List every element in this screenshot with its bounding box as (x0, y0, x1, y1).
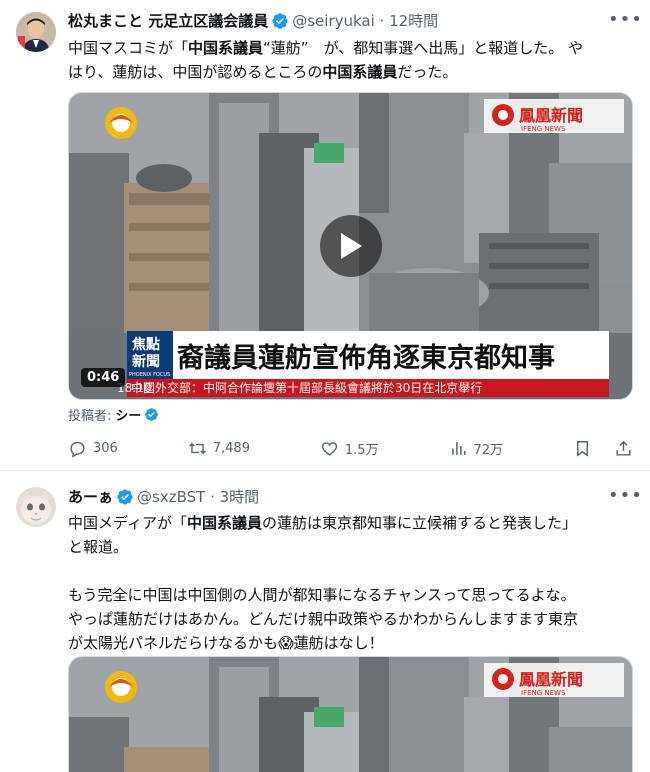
play-icon[interactable] (320, 215, 382, 277)
views-icon (451, 441, 466, 455)
posted-by: 投稿者: シー (68, 405, 162, 424)
tweet-header: 松丸まこと 元足立区議会議員 @seiryukai · 12時間 (68, 10, 438, 31)
tweet-text-line: もう完全に中国は中国側の人間が都知事になるチャンスって思ってるよな。 (68, 586, 576, 604)
news-badge-top: 焦點 (131, 336, 160, 353)
retweet-icon (188, 442, 206, 454)
verified-badge-icon (272, 12, 288, 29)
tweet-text-line (68, 559, 638, 583)
retweet-count: 7,489 (212, 440, 250, 456)
verified-badge-icon (145, 408, 159, 421)
author-name[interactable]: 松丸まこと 元足立区議会議員 (68, 10, 268, 31)
author-handle[interactable]: @sxzBST (137, 488, 205, 506)
like-button[interactable]: 1.5万 (320, 439, 379, 458)
video-caption-main: 裔議員蓮舫宣佈角逐東京都知事 (177, 342, 555, 374)
broadcaster-logo-sub: IFENG NEWS (521, 125, 566, 133)
tweet-time[interactable]: 12時間 (389, 10, 438, 31)
like-icon (321, 441, 337, 456)
news-badge-en: PHOENIX FOCUS (129, 372, 170, 378)
verified-badge-icon (117, 488, 133, 505)
reply-count: 306 (93, 440, 118, 456)
video-caption-sub: 中國外交部：中阿合作論壇第十屆部長級會議將於30日在北京舉行 (131, 380, 482, 395)
tweet-text: 中国マスコミが「中国系議員“蓮舫” が、都知事選へ出馬」と報道した。 や はり、… (68, 36, 638, 84)
view-count: 72万 (473, 442, 504, 458)
video-duration: 0:46 (81, 368, 126, 387)
tweet-text-line: やっぱ蓮舫だけはあかん。どんだけ親中政策やるかわからんしますます東京 (68, 610, 579, 628)
tweet-text-line: 中国マスコミが「中国系議員“蓮舫” が、都知事選へ出馬」と報道した。 や (68, 39, 584, 57)
tweet-2[interactable]: あーぁ @sxzBST · 3時間 ••• 中国メディアが「中国系議員の蓮舫は東… (0, 471, 650, 772)
tweet-actions-right (573, 439, 633, 458)
tweet-actions: 306 7,489 1.5万 72万 (68, 436, 633, 460)
views-button[interactable]: 72万 (449, 439, 504, 458)
author-avatar[interactable] (16, 487, 56, 527)
reply-button[interactable]: 306 (68, 439, 118, 458)
news-badge-bottom: 新聞 (132, 353, 160, 370)
separator-dot: · (374, 11, 390, 30)
tweet-text-line: はり、蓮舫は、中国が認めるところの中国系議員だった。 (68, 63, 458, 81)
tweet-text: 中国メディアが「中国系議員の蓮舫は東京都知事に立候補すると発表した」 と報道。 … (68, 511, 638, 655)
reply-icon (70, 441, 85, 458)
more-icon[interactable]: ••• (608, 487, 642, 508)
broadcaster-logo-text: 鳳凰新聞 (519, 106, 583, 125)
separator-dot: · (205, 487, 220, 506)
like-count: 1.5万 (344, 442, 379, 458)
more-icon[interactable]: ••• (608, 11, 642, 32)
bookmark-icon[interactable] (573, 439, 592, 458)
tweet-text-line: と報道。 (68, 538, 129, 556)
posted-by-label: 投稿者: (68, 409, 112, 424)
tweet-header: あーぁ @sxzBST · 3時間 (68, 486, 259, 507)
video-player[interactable]: 鳳凰新聞 IFENG NEWS 焦點 新聞 PHOENIX FOCUS 裔議員蓮… (68, 92, 633, 400)
author-name[interactable]: あーぁ (68, 486, 113, 507)
posted-by-name[interactable]: シー (115, 405, 141, 424)
tweet-text-line: 中国メディアが「中国系議員の蓮舫は東京都知事に立候補すると発表した」 (68, 514, 577, 532)
share-icon[interactable] (614, 439, 633, 458)
author-avatar[interactable] (16, 12, 56, 52)
tweet-1[interactable]: 松丸まこと 元足立区議会議員 @seiryukai · 12時間 ••• 中国マ… (0, 0, 650, 470)
broadcaster-logo-text: 鳳凰新聞 (519, 670, 583, 689)
tweet-text-line: が太陽光パネルだらけなるかも😱蓮舫はなし！ (68, 634, 384, 652)
retweet-button[interactable]: 7,489 (188, 439, 250, 458)
broadcaster-logo-sub: IFENG NEWS (521, 689, 566, 697)
video-player[interactable]: 鳳凰新聞 IFENG NEWS (68, 656, 633, 772)
tweet-time[interactable]: 3時間 (220, 486, 260, 507)
author-handle[interactable]: @seiryukai (292, 12, 375, 30)
video-frame: 鳳凰新聞 IFENG NEWS (69, 657, 632, 772)
